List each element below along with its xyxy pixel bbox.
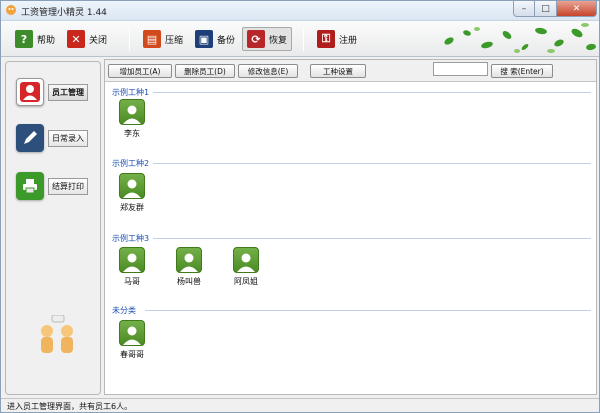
employee-name: 杨叫兽 bbox=[177, 277, 201, 286]
minimize-button[interactable]: – bbox=[513, 1, 535, 17]
action-bar: 增加员工(A) 删除员工(D) 修改信息(E) 工种设置 搜 索(Enter) bbox=[105, 60, 596, 82]
status-bar: 进入员工管理界面，共有员工6人。 bbox=[1, 398, 599, 412]
edit-info-button[interactable]: 修改信息(E) bbox=[238, 64, 298, 78]
register-label: 注册 bbox=[339, 35, 358, 46]
restore-label: 恢复 bbox=[269, 35, 288, 46]
employee-avatar-icon bbox=[119, 99, 145, 125]
employee-avatar-icon bbox=[233, 247, 259, 273]
job-settings-button[interactable]: 工种设置 bbox=[310, 64, 366, 78]
sidebar-item-label: 结算打印 bbox=[48, 177, 88, 195]
employee-item[interactable]: 杨叫兽 bbox=[169, 247, 209, 287]
employee-avatar-icon bbox=[176, 247, 202, 273]
printer-icon bbox=[16, 172, 44, 200]
employee-list: 示例工种1 李东 示例工种2 郑友群 示例工种3 马哥 杨叫兽 阿凤姐 未分类 … bbox=[105, 83, 596, 394]
employee-item[interactable]: 春哥哥 bbox=[112, 320, 152, 360]
sidebar-item-daily-entry[interactable]: 日常录入 bbox=[16, 124, 88, 152]
employee-avatar-icon bbox=[119, 173, 145, 199]
close-label: 关闭 bbox=[89, 35, 108, 46]
toolbar-separator bbox=[303, 27, 304, 51]
employee-item[interactable]: 李东 bbox=[112, 99, 152, 139]
floppy-disk-icon: ▣ bbox=[195, 30, 213, 48]
close-button[interactable]: ✕ 关闭 bbox=[63, 27, 111, 51]
employee-name: 阿凤姐 bbox=[234, 277, 258, 286]
employee-name: 郑友群 bbox=[120, 203, 144, 212]
sidebar-item-label: 日常录入 bbox=[48, 129, 88, 147]
restore-button[interactable]: ⟳ 恢复 bbox=[242, 27, 293, 51]
toolbar: ? 帮助 ✕ 关闭 ▤ 压缩 ▣ 备份 ⟳ 恢复 ⚿ 注册 bbox=[1, 21, 599, 57]
sidebar-item-employee-management[interactable]: 员工管理 bbox=[16, 78, 88, 106]
key-icon: ⚿ bbox=[317, 30, 335, 48]
employee-avatar-icon bbox=[119, 320, 145, 346]
sidebar: 员工管理 日常录入 结算打印 bbox=[5, 61, 101, 395]
help-label: 帮助 bbox=[37, 35, 56, 46]
close-icon: ✕ bbox=[67, 30, 85, 48]
employee-item[interactable]: 郑友群 bbox=[112, 173, 152, 213]
employee-name: 马哥 bbox=[124, 277, 140, 286]
group-title: 示例工种1 bbox=[112, 88, 150, 97]
compress-label: 压缩 bbox=[165, 35, 184, 46]
delete-employee-button[interactable]: 删除员工(D) bbox=[175, 64, 235, 78]
backup-label: 备份 bbox=[217, 35, 236, 46]
employee-item[interactable]: 马哥 bbox=[112, 247, 152, 287]
help-button[interactable]: ? 帮助 bbox=[11, 27, 59, 51]
sidebar-item-label: 员工管理 bbox=[48, 83, 88, 101]
toolbar-separator bbox=[129, 27, 130, 51]
app-logo-icon bbox=[6, 5, 16, 15]
employee-name: 李东 bbox=[124, 129, 140, 138]
pencil-icon bbox=[16, 124, 44, 152]
compress-button[interactable]: ▤ 压缩 bbox=[139, 27, 187, 51]
compress-icon: ▤ bbox=[143, 30, 161, 48]
group-title: 未分类 bbox=[112, 306, 136, 315]
main-panel: 增加员工(A) 删除员工(D) 修改信息(E) 工种设置 搜 索(Enter) … bbox=[104, 59, 597, 395]
group-divider bbox=[153, 238, 591, 239]
group-title: 示例工种3 bbox=[112, 234, 150, 243]
register-button[interactable]: ⚿ 注册 bbox=[313, 27, 361, 51]
maximize-button[interactable]: □ bbox=[535, 1, 557, 17]
group-title: 示例工种2 bbox=[112, 159, 150, 168]
title-bar[interactable]: 工资管理小精灵 1.44 – □ ✕ bbox=[1, 1, 599, 21]
app-window: 工资管理小精灵 1.44 – □ ✕ ? 帮助 ✕ 关闭 ▤ 压缩 ▣ 备份 ⟳… bbox=[0, 0, 600, 413]
add-employee-button[interactable]: 增加员工(A) bbox=[108, 64, 172, 78]
window-title: 工资管理小精灵 1.44 bbox=[21, 8, 107, 18]
group-divider bbox=[153, 92, 591, 93]
help-icon: ? bbox=[15, 30, 33, 48]
person-icon bbox=[16, 78, 44, 106]
employee-name: 春哥哥 bbox=[120, 350, 144, 359]
close-window-button[interactable]: ✕ bbox=[557, 1, 597, 17]
employee-avatar-icon bbox=[119, 247, 145, 273]
refresh-icon: ⟳ bbox=[247, 30, 265, 48]
search-input[interactable] bbox=[433, 62, 488, 76]
group-divider bbox=[145, 310, 591, 311]
search-button[interactable]: 搜 索(Enter) bbox=[491, 64, 553, 78]
backup-button[interactable]: ▣ 备份 bbox=[191, 27, 239, 51]
employee-item[interactable]: 阿凤姐 bbox=[226, 247, 266, 287]
leaves-decoration-icon bbox=[444, 23, 596, 53]
mascot-figures-icon bbox=[41, 315, 73, 353]
group-divider bbox=[153, 163, 591, 164]
sidebar-item-settlement-print[interactable]: 结算打印 bbox=[16, 172, 88, 200]
